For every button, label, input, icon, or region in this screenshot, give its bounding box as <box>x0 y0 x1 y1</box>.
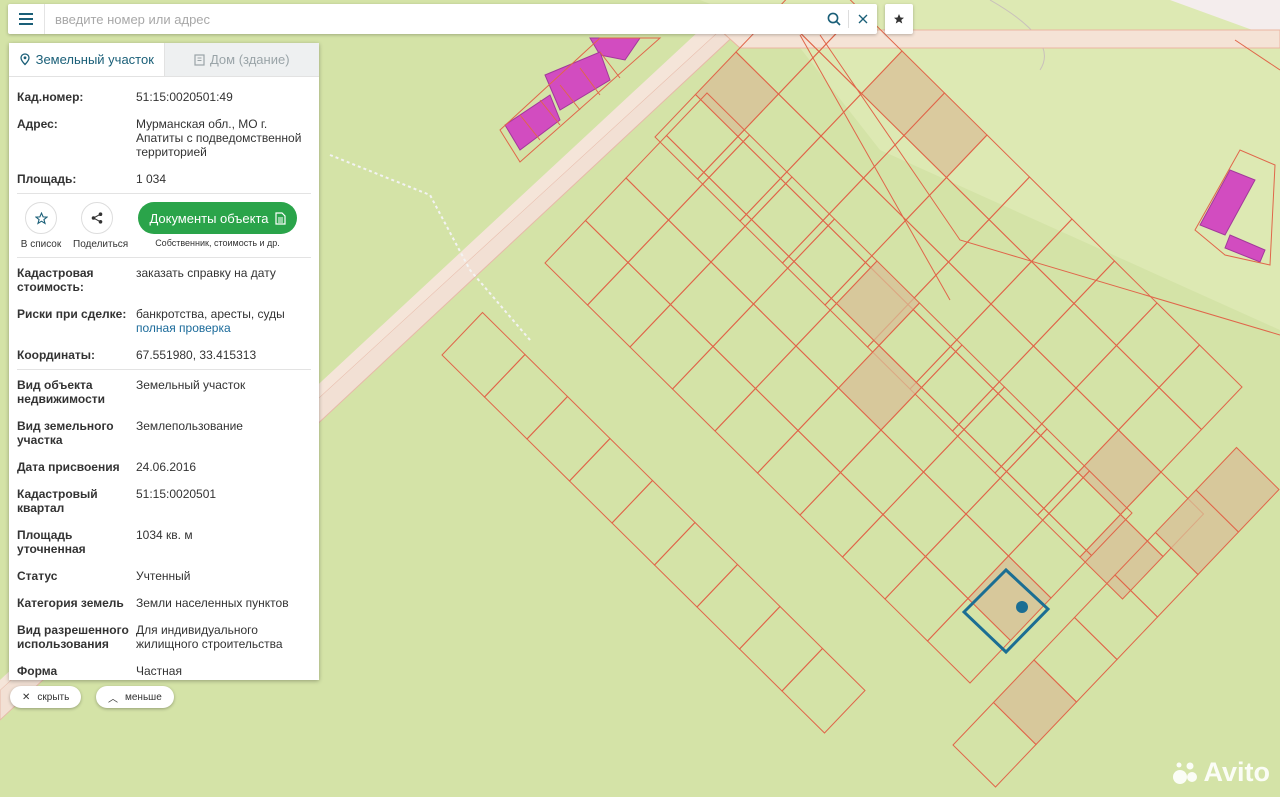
coordinates-value: 67.551980, 33.415313 <box>136 348 257 362</box>
info-label: Вид земельного участка <box>17 419 114 447</box>
info-label: Кадастровая стоимость: <box>17 266 94 294</box>
risks-value: банкротства, аресты, суды <box>136 307 285 321</box>
avito-text: Avito <box>1203 757 1271 787</box>
share-label: Поделиться <box>73 239 129 250</box>
tab-land-plot[interactable]: Земельный участок <box>9 43 164 76</box>
documents-button[interactable]: Документы объекта <box>138 202 297 234</box>
search-bar <box>8 4 877 34</box>
info-value: Землепользование <box>136 419 243 433</box>
close-icon <box>858 14 868 24</box>
documents-button-label: Документы объекта <box>149 210 269 226</box>
tab-building[interactable]: Дом (здание) <box>163 43 319 76</box>
info-row-ownership: Форма собственности Частная <box>9 664 319 680</box>
info-value: 24.06.2016 <box>136 460 197 474</box>
share-button[interactable] <box>81 202 113 234</box>
info-row-coordinates: Координаты: 67.551980, 33.415313 <box>9 348 319 362</box>
hide-panel-button[interactable]: ✕ скрыть <box>10 686 82 708</box>
info-value: 51:15:0020501 <box>136 487 217 501</box>
share-icon <box>91 212 103 224</box>
hamburger-icon <box>19 13 33 25</box>
order-certificate-link[interactable]: заказать справку на дату <box>136 266 311 294</box>
favorites-button[interactable] <box>885 4 913 34</box>
info-row-land-category: Категория земель Земли населенных пункто… <box>9 596 319 610</box>
documents-block: Документы объекта Собственник, стоимость… <box>138 202 297 248</box>
share-action: Поделиться <box>73 202 129 250</box>
info-row-area: Площадь: 1 034 <box>9 172 319 186</box>
location-pin-icon <box>19 53 30 66</box>
action-bar: В список Поделиться Документы объекта Со… <box>9 194 319 257</box>
collapse-panel-button[interactable]: ︿ меньше <box>96 686 174 708</box>
info-value: Для индивидуального жилищного строительс… <box>136 623 283 651</box>
info-label: Адрес: <box>17 117 58 131</box>
info-value: Частная <box>136 664 182 678</box>
less-label: меньше <box>125 691 162 703</box>
info-row-precise-area: Площадь уточненная 1034 кв. м <box>9 528 319 556</box>
add-to-list-button[interactable] <box>25 202 57 234</box>
star-outline-icon <box>34 211 48 225</box>
search-button[interactable] <box>820 4 848 34</box>
document-icon <box>274 211 286 225</box>
info-label: Риски при сделке: <box>17 307 127 321</box>
info-label: Кад.номер: <box>17 90 84 104</box>
info-label: Форма собственности <box>17 664 106 680</box>
clear-button[interactable] <box>849 4 877 34</box>
cadastral-number-link[interactable]: 51:15:0020501:49 <box>136 90 311 104</box>
full-check-link[interactable]: полная проверка <box>136 321 311 335</box>
add-to-list-label: В список <box>20 239 62 250</box>
panel-tabs: Земельный участок Дом (здание) <box>9 43 319 77</box>
building-icon <box>194 53 205 66</box>
info-row-quarter: Кадастровый квартал 51:15:0020501 <box>9 487 319 515</box>
chevron-up-icon: ︿ <box>108 693 118 705</box>
info-label: Кадастровый квартал <box>17 487 98 515</box>
star-icon <box>894 14 904 24</box>
info-row-risks: Риски при сделке: банкротства, аресты, с… <box>9 307 319 335</box>
search-input[interactable] <box>45 5 820 33</box>
info-label: Категория земель <box>17 596 124 610</box>
add-to-list-action: В список <box>17 202 65 250</box>
info-label: Вид разрешенного использования <box>17 623 129 651</box>
avito-logo-icon <box>1172 762 1197 784</box>
info-value: банкротства, аресты, суды полная проверк… <box>136 307 311 335</box>
hide-label: скрыть <box>37 691 70 703</box>
info-value: Земельный участок <box>136 378 246 392</box>
menu-button[interactable] <box>8 4 45 34</box>
info-value: Земли населенных пунктов <box>136 596 289 610</box>
avito-watermark: Avito <box>1171 757 1271 788</box>
info-row-status: Статус Учтенный <box>9 569 319 583</box>
info-row-land-type: Вид земельного участка Землепользование <box>9 419 319 447</box>
info-label: Дата присвоения <box>17 460 120 474</box>
info-row-date: Дата присвоения 24.06.2016 <box>9 460 319 474</box>
info-value: 1 034 <box>136 172 167 186</box>
info-row-cadastral-cost: Кадастровая стоимость: заказать справку … <box>9 266 319 294</box>
close-icon: ✕ <box>22 691 31 703</box>
tab-building-label: Дом (здание) <box>209 52 290 67</box>
info-value: Мурманская обл., МО г. Апатиты с подведо… <box>136 117 302 159</box>
info-label: Вид объекта недвижимости <box>17 378 105 406</box>
info-row-cadastral-number: Кад.номер: 51:15:0020501:49 <box>9 90 319 104</box>
info-row-permitted-use: Вид разрешенного использования Для индив… <box>9 623 319 651</box>
info-panel: Земельный участок Дом (здание) Кад.номер… <box>9 43 319 680</box>
info-label: Координаты: <box>17 348 96 362</box>
info-row-address: Адрес: Мурманская обл., МО г. Апатиты с … <box>9 117 319 159</box>
info-value: Учтенный <box>136 569 191 583</box>
documents-subtitle: Собственник, стоимость и др. <box>155 238 280 248</box>
info-label: Статус <box>17 569 58 583</box>
tab-land-plot-label: Земельный участок <box>35 52 154 67</box>
info-value: 1034 кв. м <box>136 528 193 542</box>
search-icon <box>827 12 841 26</box>
info-row-object-type: Вид объекта недвижимости Земельный участ… <box>9 378 319 406</box>
info-label: Площадь уточненная <box>17 528 86 556</box>
info-label: Площадь: <box>17 172 77 186</box>
